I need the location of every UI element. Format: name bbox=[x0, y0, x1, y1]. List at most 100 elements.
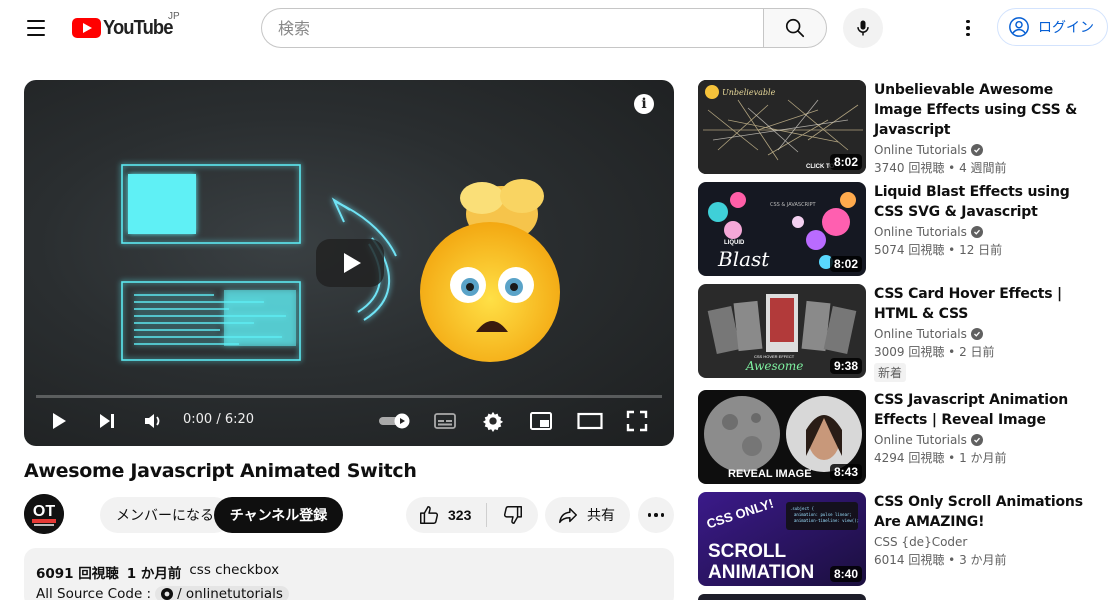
like-count: 323 bbox=[448, 507, 472, 523]
like-button[interactable]: 323 bbox=[406, 497, 486, 533]
rec-views: 4294 回視聴 bbox=[874, 451, 945, 465]
recommendation-item[interactable]: REVEAL IMAGE 8:43 CSS Javascript Animati… bbox=[698, 390, 1098, 484]
mind-blown-emoji bbox=[420, 179, 560, 362]
thumbs-up-icon bbox=[420, 506, 439, 524]
rec-channel-name: CSS {de}Coder bbox=[874, 535, 968, 549]
mic-icon bbox=[857, 20, 869, 36]
rec-title[interactable]: CSS Javascript Animation Effects | Revea… bbox=[874, 390, 1094, 430]
subscribe-button[interactable]: チャンネル登録 bbox=[214, 497, 343, 533]
login-label: ログイン bbox=[1038, 20, 1094, 36]
rec-age: 1 か月前 bbox=[959, 451, 1007, 465]
rec-age: 12 日前 bbox=[959, 243, 1003, 257]
duration-badge: 8:02 bbox=[829, 256, 862, 272]
upload-date: 1 か月前 bbox=[126, 566, 182, 582]
svg-text:animation-timeline: view();: animation-timeline: view(); bbox=[794, 518, 859, 523]
recommendation-item[interactable] bbox=[698, 594, 1098, 600]
dislike-button[interactable] bbox=[487, 497, 538, 533]
logo-text: YouTube bbox=[103, 16, 173, 39]
rec-channel[interactable]: Online Tutorials bbox=[874, 143, 1094, 157]
rec-age: 3 か月前 bbox=[959, 553, 1007, 567]
subscribe-label: チャンネル登録 bbox=[229, 508, 328, 524]
description-box[interactable]: 6091 回視聴 1 か月前 css checkbox All Source C… bbox=[24, 548, 674, 600]
thumb-title: REVEAL IMAGE bbox=[728, 468, 812, 480]
hashtag-link[interactable]: css checkbox bbox=[189, 562, 279, 582]
play-button[interactable] bbox=[46, 406, 72, 436]
youtube-logo[interactable]: YouTube bbox=[72, 16, 179, 40]
source-link[interactable]: / onlinetutorials bbox=[155, 586, 289, 600]
recommendation-item[interactable]: .subject {animation: pulse linear; animat… bbox=[698, 492, 1098, 586]
autoplay-icon bbox=[379, 413, 410, 429]
menu-icon[interactable] bbox=[16, 8, 56, 48]
theater-mode-button[interactable] bbox=[576, 406, 604, 436]
description-line: All Source Code : / onlinetutorials bbox=[36, 586, 662, 600]
rec-channel[interactable]: Online Tutorials bbox=[874, 225, 1094, 239]
rec-channel-name: Online Tutorials bbox=[874, 433, 967, 447]
player-controls: 0:00 / 6:20 bbox=[24, 396, 674, 446]
share-button[interactable]: 共有 bbox=[545, 497, 630, 533]
next-button[interactable] bbox=[94, 406, 120, 436]
verified-icon bbox=[970, 144, 983, 156]
search-button[interactable] bbox=[763, 8, 827, 48]
verified-icon bbox=[970, 328, 983, 340]
rec-thumbnail[interactable]: CSS & JAVASCRIPT LIQUID Blast 8:02 bbox=[698, 182, 866, 276]
settings-more-button[interactable] bbox=[948, 8, 988, 48]
miniplayer-button[interactable] bbox=[528, 406, 554, 436]
recommendation-item[interactable]: CSS & JAVASCRIPT LIQUID Blast 8:02 Liqui… bbox=[698, 182, 1098, 276]
more-actions-button[interactable] bbox=[638, 497, 674, 533]
rec-title[interactable]: CSS Card Hover Effects | HTML & CSS bbox=[874, 284, 1094, 324]
svg-text:animation: pulse linear;: animation: pulse linear; bbox=[794, 512, 852, 517]
search-icon bbox=[785, 18, 805, 38]
rec-thumbnail[interactable]: REVEAL IMAGE 8:43 bbox=[698, 390, 866, 484]
recommendation-item[interactable]: CSS HOVER EFFECT Awesome 9:38 CSS Card H… bbox=[698, 284, 1098, 382]
search-box bbox=[261, 8, 764, 48]
rec-info: CSS Only Scroll Animations Are AMAZING! … bbox=[874, 492, 1094, 568]
rec-title[interactable]: CSS Only Scroll Animations Are AMAZING! bbox=[874, 492, 1094, 532]
rec-views: 3009 回視聴 bbox=[874, 345, 945, 359]
recommendation-item[interactable]: Unbelievable CLICK TO 8:02 Unbelievable … bbox=[698, 80, 1098, 175]
rec-channel[interactable]: Online Tutorials bbox=[874, 433, 1094, 447]
voice-search-button[interactable] bbox=[843, 8, 883, 48]
rec-views: 3740 回視聴 bbox=[874, 161, 945, 175]
rec-channel[interactable]: Online Tutorials bbox=[874, 327, 1094, 341]
video-player[interactable]: i 0:00 / 6:20 bbox=[24, 80, 674, 446]
switch-illustration bbox=[121, 164, 301, 361]
subtitles-icon bbox=[434, 413, 456, 429]
new-badge: 新着 bbox=[874, 363, 907, 382]
rec-thumbnail[interactable]: Unbelievable CLICK TO 8:02 bbox=[698, 80, 866, 174]
rec-age: 2 日前 bbox=[959, 345, 995, 359]
rec-info: CSS Card Hover Effects | HTML & CSS Onli… bbox=[874, 284, 1094, 382]
fullscreen-button[interactable] bbox=[624, 406, 650, 436]
source-link-text: / onlinetutorials bbox=[177, 586, 283, 600]
rec-channel[interactable]: CSS {de}Coder bbox=[874, 535, 1094, 549]
info-icon[interactable]: i bbox=[634, 94, 654, 114]
login-button[interactable]: ログイン bbox=[997, 8, 1108, 46]
share-label: 共有 bbox=[587, 508, 615, 524]
thumb-sub: LIQUID bbox=[724, 240, 745, 246]
rec-title[interactable]: Unbelievable Awesome Image Effects using… bbox=[874, 80, 1094, 140]
join-membership-button[interactable]: メンバーになる bbox=[100, 497, 232, 533]
member-label: メンバーになる bbox=[116, 508, 214, 524]
rec-channel-name: Online Tutorials bbox=[874, 143, 967, 157]
rec-stats: 5074 回視聴 • 12 日前 bbox=[874, 243, 1003, 257]
rec-age: 4 週間前 bbox=[959, 161, 1007, 175]
rec-stats: 6014 回視聴 • 3 か月前 bbox=[874, 553, 1007, 567]
rec-title[interactable]: Liquid Blast Effects using CSS SVG & Jav… bbox=[874, 182, 1094, 222]
channel-avatar[interactable]: OT bbox=[24, 494, 64, 534]
duration-badge: 8:02 bbox=[829, 154, 862, 170]
rec-thumbnail[interactable]: CSS HOVER EFFECT Awesome 9:38 bbox=[698, 284, 866, 378]
svg-text:ANIMATION: ANIMATION bbox=[708, 562, 814, 583]
search-input[interactable] bbox=[278, 18, 764, 38]
rec-thumbnail[interactable]: .subject {animation: pulse linear; animat… bbox=[698, 492, 866, 586]
autoplay-toggle[interactable] bbox=[378, 406, 412, 436]
rec-stats: 3740 回視聴 • 4 週間前 bbox=[874, 161, 1007, 175]
duration-badge: 8:40 bbox=[829, 566, 862, 582]
thumb-title: Blast bbox=[717, 247, 770, 271]
subtitles-button[interactable] bbox=[432, 406, 458, 436]
large-play-button[interactable] bbox=[316, 239, 384, 287]
volume-button[interactable] bbox=[140, 406, 166, 436]
volume-icon bbox=[145, 414, 160, 428]
theater-icon bbox=[577, 412, 603, 430]
settings-button[interactable] bbox=[480, 406, 506, 436]
rec-thumbnail[interactable] bbox=[698, 594, 866, 600]
skip-next-icon bbox=[100, 414, 114, 428]
